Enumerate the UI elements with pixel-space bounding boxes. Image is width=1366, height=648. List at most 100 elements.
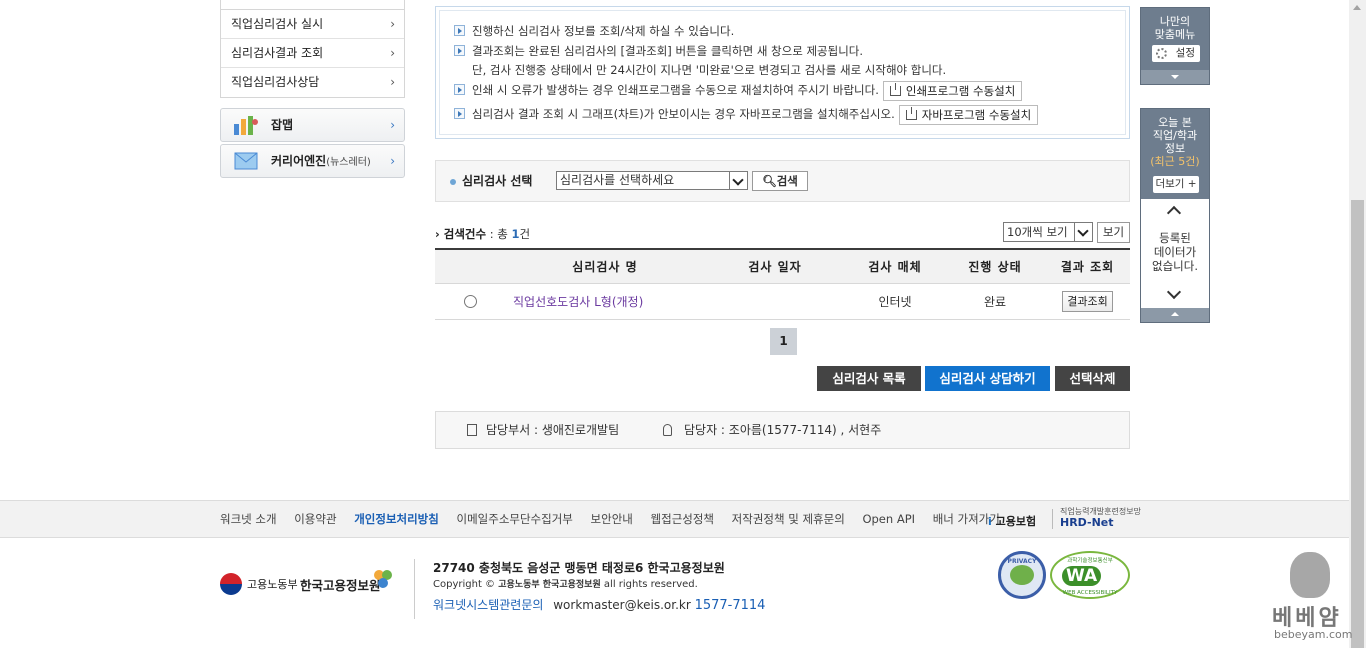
search-button[interactable]: 🔍︎검색: [752, 171, 808, 191]
row-select-cell: [435, 283, 505, 320]
bullet-arrow-icon: [454, 84, 465, 95]
collapse-toggle[interactable]: [1141, 308, 1209, 322]
taeguk-icon: [220, 573, 242, 595]
sidebar-item-test-results[interactable]: 심리검사결과 조회 ›: [221, 39, 404, 68]
chevron-right-icon: ›: [390, 75, 395, 89]
chevron-up-icon[interactable]: [1166, 205, 1182, 221]
notice-line: 단, 검사 진행중 상태에서 만 24시간이 지나면 '미완료'으로 변경되고 …: [472, 63, 947, 77]
sidebar-item-label: 직업심리검사 실시: [231, 17, 324, 31]
document-icon: [467, 424, 477, 436]
results-table: 심리검사 명 검사 일자 검사 매체 진행 상태 결과 조회 직업선호도검사 L…: [435, 248, 1130, 320]
contact-email[interactable]: workmaster@keis.or.kr: [553, 598, 691, 612]
wa-badge-top: 과학기술정보통신부: [1067, 558, 1113, 564]
view-result-button[interactable]: 결과조회: [1062, 290, 1113, 312]
jobmap-label: 잡맵: [271, 118, 294, 132]
recent-viewed-widget: 오늘 본 직업/학과 정보 (최근 5건) 더보기 + 등록된 데이터가 없습니…: [1140, 108, 1210, 323]
table-row: 직업선호도검사 L형(개정) 인터넷 완료 결과조회: [435, 283, 1130, 320]
pagesize-select[interactable]: 10개씩 보기: [1003, 222, 1093, 242]
test-select[interactable]: 심리검사를 선택하세요: [556, 171, 748, 190]
footer-link-about[interactable]: 워크넷 소개: [220, 512, 277, 526]
sidebar-item-label: 직업심리검사상담: [231, 75, 320, 89]
career-engine-banner[interactable]: 커리어엔진(뉴스레터) ›: [220, 144, 405, 178]
chevron-right-icon: ›: [390, 46, 395, 60]
test-media: 인터넷: [845, 283, 945, 320]
row-radio[interactable]: [463, 295, 477, 308]
col-date: 검사 일자: [705, 249, 845, 284]
triangle-up-icon: [1171, 312, 1179, 316]
footer-link-privacy[interactable]: 개인정보처리방침: [354, 512, 439, 526]
logo-divider: [1052, 509, 1053, 529]
footer-link-security[interactable]: 보안안내: [591, 512, 633, 526]
left-sidebar: 직업심리검사 실시 › 심리검사결과 조회 › 직업심리검사상담 › 잡맵 › …: [220, 0, 405, 178]
footer-link-copyright[interactable]: 저작권정책 및 제휴문의: [732, 512, 845, 526]
recent-panel: 등록된 데이터가 없습니다.: [1141, 199, 1209, 308]
search-label: 심리검사 선택: [450, 161, 532, 201]
footer-nav: 워크넷 소개 이용약관 개인정보처리방침 이메일주소무단수집거부 보안안내 웹접…: [0, 500, 1349, 538]
my-menu-title: 나만의 맞춤메뉴: [1154, 15, 1196, 41]
hrdnet-logo[interactable]: HRD-Net: [1060, 516, 1114, 529]
empty-message: 등록된 데이터가 없습니다.: [1152, 231, 1198, 273]
col-result: 결과 조회: [1045, 249, 1130, 284]
footer-system-contact: 워크넷시스템관련문의 workmaster@keis.or.kr 1577-71…: [433, 596, 765, 613]
sidebar-top-edge: [220, 0, 405, 10]
delete-selected-button[interactable]: 선택삭제: [1055, 366, 1130, 391]
person-info: 담당자 : 조아름(1577-7114) , 서현주: [684, 423, 882, 437]
privacy-certification-badge[interactable]: PRIVACY: [998, 551, 1046, 599]
footer-copyright: Copyright © 고용노동부 한국고용정보원 all rights res…: [433, 579, 698, 590]
contact-info: 담당부서 : 생애진로개발팀 담당자 : 조아름(1577-7114) , 서현…: [435, 411, 1130, 449]
sidebar-menu: 직업심리검사 실시 › 심리검사결과 조회 › 직업심리검사상담 ›: [220, 10, 405, 98]
view-button[interactable]: 보기: [1097, 222, 1130, 243]
chart-people-icon: [234, 116, 258, 135]
employment-insurance-logo[interactable]: i 고용보험: [988, 513, 1036, 529]
contact-phone: 1577-7114: [694, 598, 766, 613]
notice-line: 결과조회는 완료된 심리검사의 [결과조회] 버튼을 클릭하면 새 창으로 제공…: [454, 41, 1125, 61]
page-number-current[interactable]: 1: [770, 328, 797, 355]
page-scrollbar[interactable]: [1349, 0, 1366, 648]
ministry-name: 고용노동부: [247, 578, 298, 591]
test-date: [705, 283, 845, 320]
download-icon: [905, 106, 917, 120]
sidebar-item-label: 심리검사결과 조회: [231, 46, 324, 60]
web-accessibility-badge[interactable]: 과학기술정보통신부 WA WEB ACCESSIBILITY: [1050, 551, 1130, 599]
notice-line: 심리검사 결과 조회 시 그래프(차트)가 안보이시는 경우 자바프로그램을 설…: [454, 104, 1125, 125]
test-status: 완료: [945, 283, 1045, 320]
test-name-link[interactable]: 직업선호도검사 L형(개정): [505, 283, 705, 320]
sidebar-item-test-take[interactable]: 직업심리검사 실시 ›: [221, 10, 404, 39]
col-name: 심리검사 명: [505, 249, 705, 284]
watermark-url: bebeyam.com: [1274, 628, 1353, 641]
footer-link-terms[interactable]: 이용약관: [294, 512, 336, 526]
career-engine-label: 커리어엔진(뉴스레터): [271, 154, 371, 168]
footer-info: 고용노동부 한국고용정보원 27740 충청북도 음성군 맹동면 태정로6 한국…: [0, 539, 1349, 648]
footer-link-openapi[interactable]: Open API: [862, 512, 915, 526]
footer-link-accessibility[interactable]: 웹접근성정책: [651, 512, 714, 526]
footer-address: 27740 충청북도 음성군 맹동면 태정로6 한국고용정보원: [433, 561, 725, 575]
notice-box: 진행하신 심리검사 정보를 조회/삭제 하실 수 있습니다. 결과조회는 완료된…: [435, 6, 1130, 139]
triangle-down-icon: [1171, 75, 1179, 79]
wa-mark: WA: [1062, 566, 1102, 586]
more-button[interactable]: 더보기 +: [1153, 176, 1199, 193]
sidebar-item-test-counsel[interactable]: 직업심리검사상담 ›: [221, 68, 404, 97]
privacy-badge-label: PRIVACY: [1007, 558, 1037, 565]
my-menu-widget: 나만의 맞춤메뉴 설정: [1140, 7, 1210, 85]
bullet-arrow-icon: [454, 45, 465, 56]
jobmap-banner[interactable]: 잡맵 ›: [220, 108, 405, 142]
person-icon: [663, 424, 672, 436]
scroll-up-arrow-icon[interactable]: [1353, 5, 1361, 10]
expand-toggle[interactable]: [1141, 70, 1209, 84]
watermark: 베베얌 bebeyam.com: [1268, 552, 1364, 648]
test-list-button[interactable]: 심리검사 목록: [817, 366, 921, 391]
notice-line: 인쇄 시 오류가 발생하는 경우 인쇄프로그램을 수동으로 재설치하여 주시기 …: [454, 80, 1125, 101]
gear-icon: [1156, 48, 1167, 59]
test-select-value: 심리검사를 선택하세요: [560, 173, 675, 187]
col-media: 검사 매체: [845, 249, 945, 284]
test-counsel-button[interactable]: 심리검사 상담하기: [925, 366, 1050, 391]
footer-links: 워크넷 소개 이용약관 개인정보처리방침 이메일주소무단수집거부 보안안내 웹접…: [220, 501, 1014, 537]
chevron-right-icon: ›: [390, 17, 395, 31]
java-install-button[interactable]: 자바프로그램 수동설치: [898, 104, 1039, 125]
footer-link-email-refusal[interactable]: 이메일주소무단수집거부: [457, 512, 573, 526]
settings-button[interactable]: 설정: [1152, 45, 1200, 62]
dog-illustration-icon: [1290, 552, 1330, 598]
result-count: › 검색건수 : 총 1건: [435, 227, 531, 241]
print-install-button[interactable]: 인쇄프로그램 수동설치: [882, 80, 1023, 101]
chevron-down-icon[interactable]: [1166, 284, 1182, 300]
